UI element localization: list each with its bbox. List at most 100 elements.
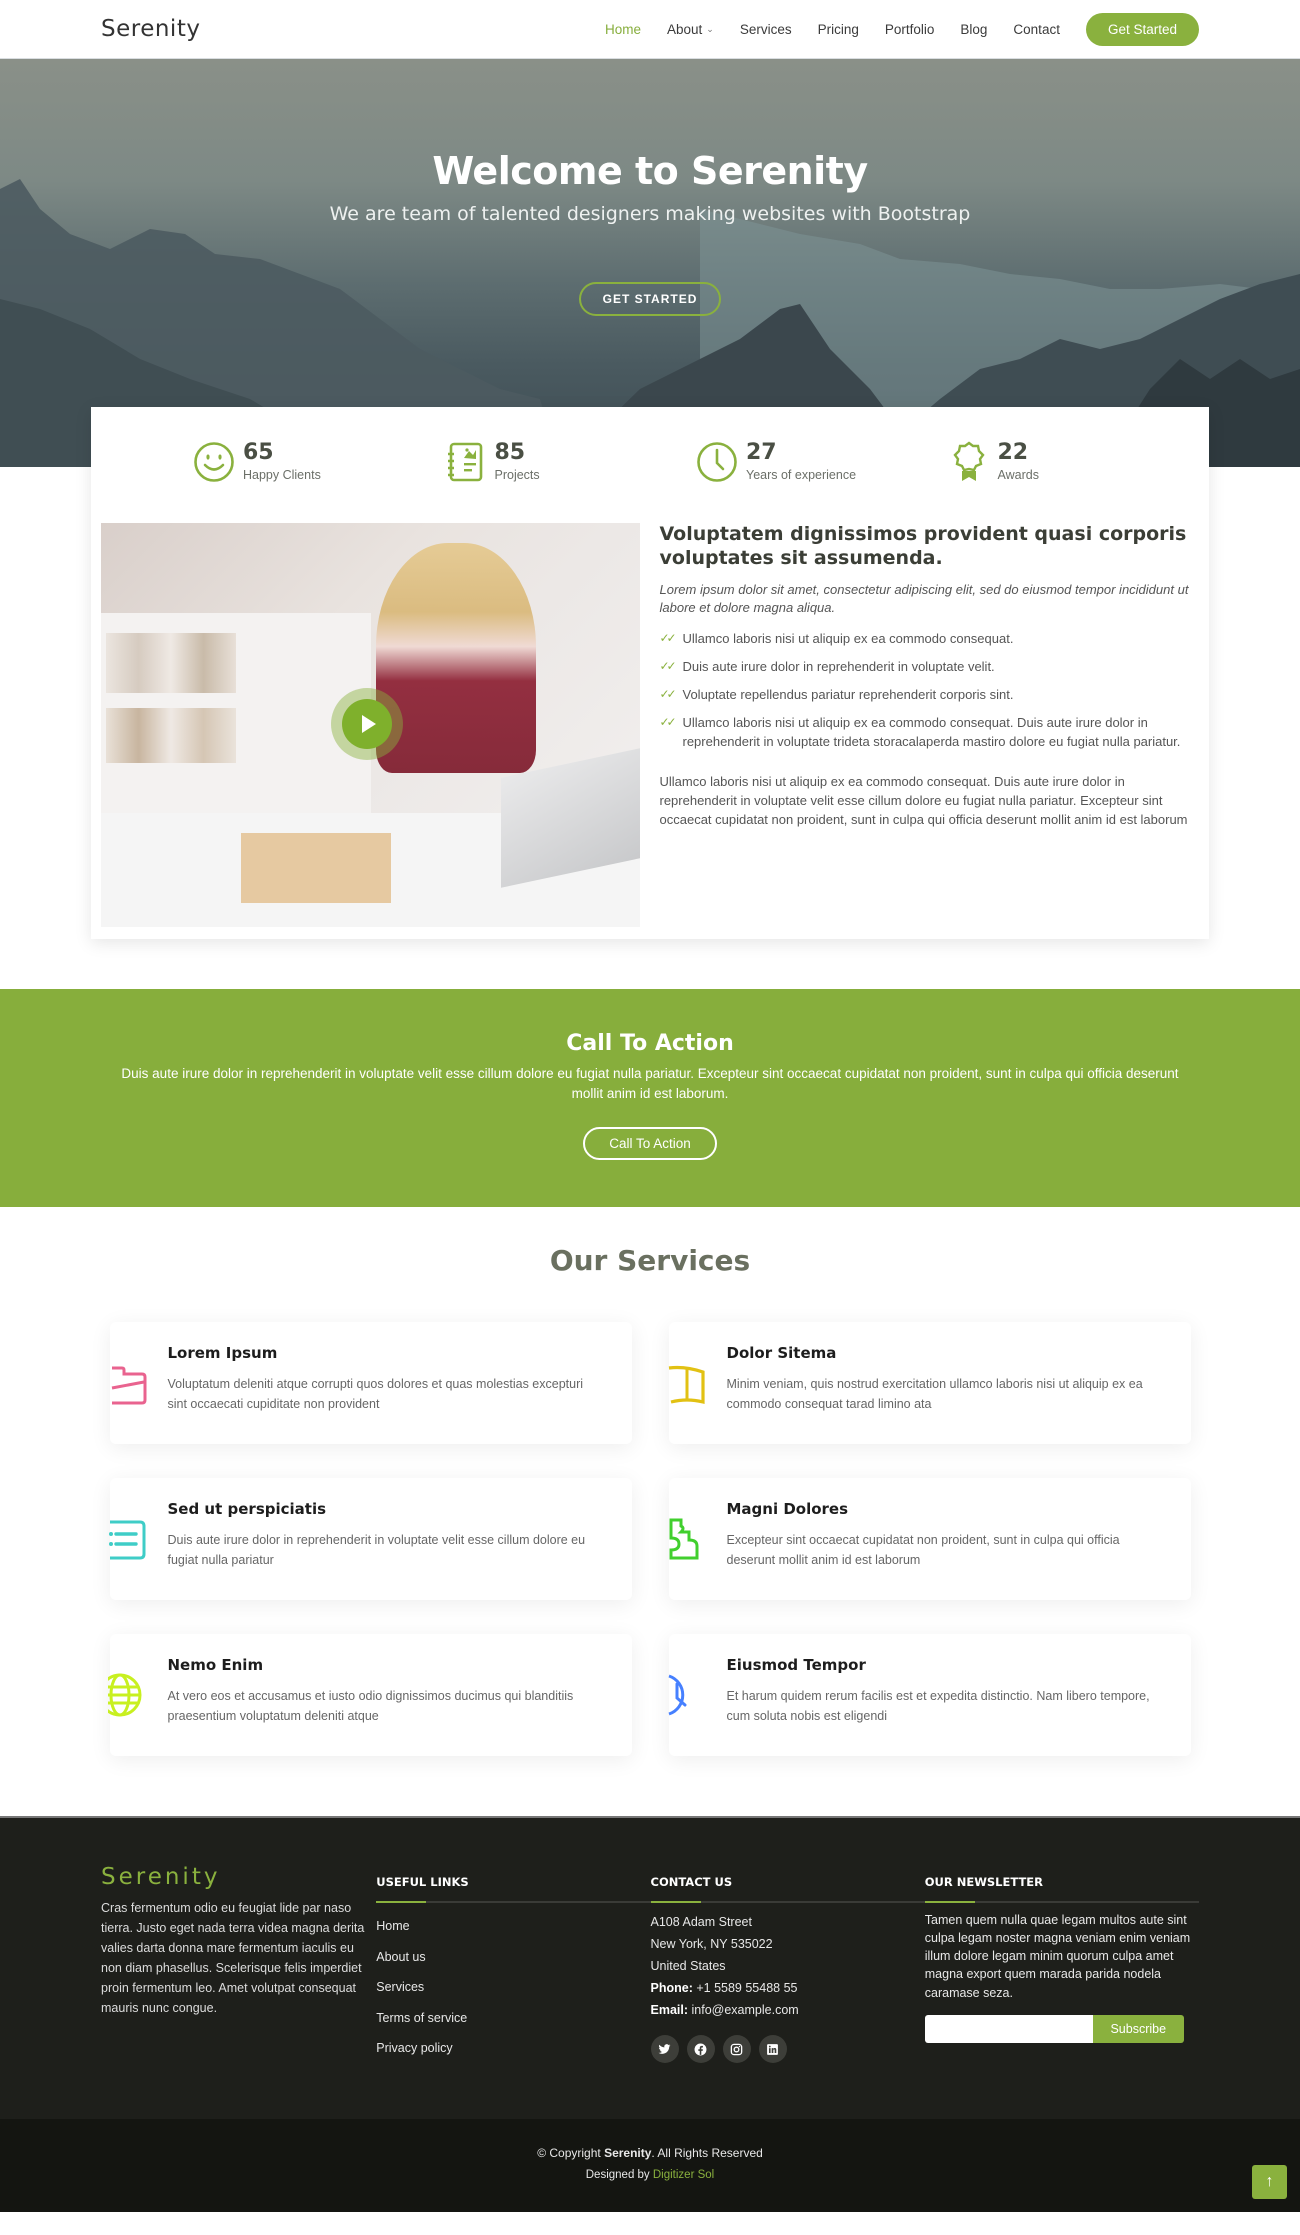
- footer-links: Home About us Services Terms of service …: [376, 1911, 650, 2064]
- play-icon: [362, 715, 376, 733]
- puzzle-icon: [669, 1518, 698, 1560]
- services-section: Our Services Lorem Ipsum Voluptatum dele…: [0, 1207, 1300, 1816]
- about-video-thumbnail[interactable]: [101, 523, 640, 927]
- footer-about-column: Serenity Cras fermentum odio eu feugiat …: [101, 1864, 375, 2064]
- main-nav: Home About ⌄ Services Pricing Portfolio B…: [579, 12, 1199, 46]
- site-footer: Serenity Cras fermentum odio eu feugiat …: [0, 1816, 1300, 2212]
- hero-title: Welcome to Serenity: [432, 149, 868, 193]
- footer-newsletter-column: OUR NEWSLETTER Tamen quem nulla quae leg…: [924, 1864, 1199, 2064]
- play-button[interactable]: [342, 699, 392, 749]
- nav-pricing[interactable]: Pricing: [818, 22, 859, 37]
- stat-value: 85: [494, 440, 526, 465]
- hero-content: Welcome to Serenity We are team of talen…: [0, 59, 1300, 316]
- footer-top: Serenity Cras fermentum odio eu feugiat …: [0, 1816, 1300, 2119]
- footer-newsletter-text: Tamen quem nulla quae legam multos aute …: [924, 1913, 1191, 2000]
- phone-line: Phone: +1 5589 55488 55: [651, 1977, 925, 1999]
- hero-section: Welcome to Serenity We are team of talen…: [0, 59, 1300, 467]
- journal-richtext-icon: [447, 442, 482, 482]
- nav-services[interactable]: Services: [740, 22, 792, 37]
- phone-value: +1 5589 55488 55: [696, 1981, 798, 1995]
- book-icon: [668, 1365, 705, 1405]
- hero-subtitle: We are team of talented designers making…: [329, 203, 971, 225]
- clock-icon: [667, 1674, 686, 1716]
- globe-icon: [107, 1673, 141, 1717]
- service-card[interactable]: Magni Dolores Excepteur sint occaecat cu…: [668, 1478, 1191, 1600]
- nav-about-label: About: [667, 21, 703, 37]
- credits-link[interactable]: Digitizer Sol: [653, 2169, 714, 2181]
- address-line: New York, NY 535022: [650, 1937, 773, 1951]
- nav-blog[interactable]: Blog: [960, 22, 987, 37]
- checklist-text: Ullamco laboris nisi ut aliquip ex ea co…: [682, 631, 1014, 647]
- check-double-icon: ✓✓: [659, 631, 677, 646]
- service-title: Sed ut perspiciatis: [167, 1500, 327, 1518]
- site-header: Serenity Home About ⌄ Services Pricing Po…: [0, 0, 1300, 59]
- service-title: Magni Dolores: [726, 1500, 849, 1518]
- get-started-button[interactable]: Get Started: [1085, 12, 1199, 46]
- footer-link-privacy[interactable]: Privacy policy: [376, 2033, 650, 2064]
- email-value[interactable]: info@example.com: [692, 2003, 799, 2017]
- subscribe-button[interactable]: Subscribe: [1092, 2014, 1184, 2043]
- check-double-icon: ✓✓: [659, 686, 677, 701]
- cta-button[interactable]: Call To Action: [583, 1126, 717, 1160]
- address-line: A108 Adam Street: [650, 1915, 752, 1929]
- instagram-icon[interactable]: [722, 2035, 751, 2063]
- service-title: Nemo Enim: [167, 1656, 264, 1674]
- back-to-top-button[interactable]: ↑: [1252, 2164, 1287, 2199]
- newsletter-email-input[interactable]: [924, 2014, 1093, 2043]
- service-card[interactable]: Sed ut perspiciatis Duis aute irure dolo…: [108, 1478, 632, 1600]
- service-card[interactable]: Nemo Enim At vero eos et accusamus et iu…: [107, 1634, 632, 1756]
- stats-row: 65 Happy Clients 85 Projects 27 Years of ex…: [101, 441, 1199, 483]
- linkedin-icon[interactable]: [758, 2035, 787, 2063]
- email-line: Email: info@example.com: [651, 1999, 925, 2021]
- service-card[interactable]: Lorem Ipsum Voluptatum deleniti atque co…: [109, 1322, 632, 1444]
- service-card[interactable]: Dolor Sitema Minim veniam, quis nostrud …: [668, 1322, 1191, 1444]
- about-body: Ullamco laboris nisi ut aliquip ex ea co…: [659, 774, 1188, 828]
- stat-value: 65: [243, 440, 274, 465]
- footer-link-about[interactable]: About us: [376, 1942, 650, 1973]
- check-double-icon: ✓✓: [659, 714, 677, 729]
- footer-link-terms[interactable]: Terms of service: [376, 2003, 650, 2034]
- footer-newsletter-title: OUR NEWSLETTER: [924, 1875, 1199, 1903]
- cta-text: Duis aute irure dolor in reprehenderit i…: [121, 1066, 1179, 1102]
- copyright: © Copyright Serenity. All Rights Reserve…: [0, 2146, 1300, 2160]
- service-card[interactable]: Eiusmod Tempor Et harum quidem rerum fac…: [667, 1634, 1191, 1756]
- service-text: Minim veniam, quis nostrud exercitation …: [726, 1377, 1143, 1411]
- nav-home[interactable]: Home: [605, 22, 641, 37]
- footer-contact-info: A108 Adam Street New York, NY 535022 Uni…: [651, 1911, 925, 2021]
- footer-links-column: USEFUL LINKS Home About us Services Term…: [376, 1864, 651, 2064]
- stat-label: Awards: [997, 468, 1039, 482]
- service-title: Eiusmod Tempor: [726, 1656, 866, 1674]
- service-text: At vero eos et accusamus et iusto odio d…: [167, 1689, 574, 1723]
- nav-portfolio[interactable]: Portfolio: [885, 22, 935, 37]
- checklist-text: Duis aute irure dolor in reprehenderit i…: [682, 659, 995, 675]
- chevron-down-icon: ⌄: [706, 23, 714, 34]
- stat-item: 85 Projects: [445, 441, 697, 483]
- copyright-suffix: . All Rights Reserved: [651, 2145, 763, 2160]
- about-section: 65 Happy Clients 85 Projects 27 Years of ex…: [91, 407, 1209, 939]
- service-title: Dolor Sitema: [726, 1344, 837, 1362]
- twitter-icon[interactable]: [650, 2035, 679, 2063]
- stat-label: Years of experience: [746, 468, 857, 482]
- services-grid: Lorem Ipsum Voluptatum deleniti atque co…: [107, 1322, 1191, 1756]
- footer-bottom: © Copyright Serenity. All Rights Reserve…: [0, 2118, 1300, 2212]
- footer-about-text: Cras fermentum odio eu feugiat lide par …: [101, 1901, 365, 2015]
- checklist-text: Voluptate repellendus pariatur reprehend…: [682, 686, 1014, 702]
- smiley-icon: [194, 442, 234, 482]
- nav-about[interactable]: About ⌄: [667, 22, 714, 37]
- site-logo[interactable]: Serenity: [101, 16, 200, 42]
- facebook-icon[interactable]: [686, 2035, 715, 2063]
- about-lead: Lorem ipsum dolor sit amet, consectetur …: [659, 581, 1189, 616]
- stat-value: 22: [997, 440, 1029, 465]
- nav-contact[interactable]: Contact: [1013, 22, 1060, 37]
- footer-link-home[interactable]: Home: [376, 1911, 650, 1942]
- service-text: Duis aute irure dolor in reprehenderit i…: [167, 1533, 586, 1567]
- footer-link-services[interactable]: Services: [376, 1972, 650, 2003]
- checklist-item: ✓✓ Ullamco laboris nisi ut aliquip ex ea …: [660, 714, 1200, 752]
- hero-get-started-button[interactable]: GET STARTED: [578, 282, 722, 316]
- books-shape: [106, 708, 236, 763]
- service-text: Et harum quidem rerum facilis est et exp…: [726, 1689, 1150, 1723]
- newsletter-form: Subscribe: [924, 2014, 1199, 2043]
- about-row: Voluptatem dignissimos provident quasi c…: [101, 523, 1199, 927]
- credits: Designed by Digitizer Sol: [0, 2169, 1300, 2181]
- phone-label: Phone:: [650, 1981, 693, 1995]
